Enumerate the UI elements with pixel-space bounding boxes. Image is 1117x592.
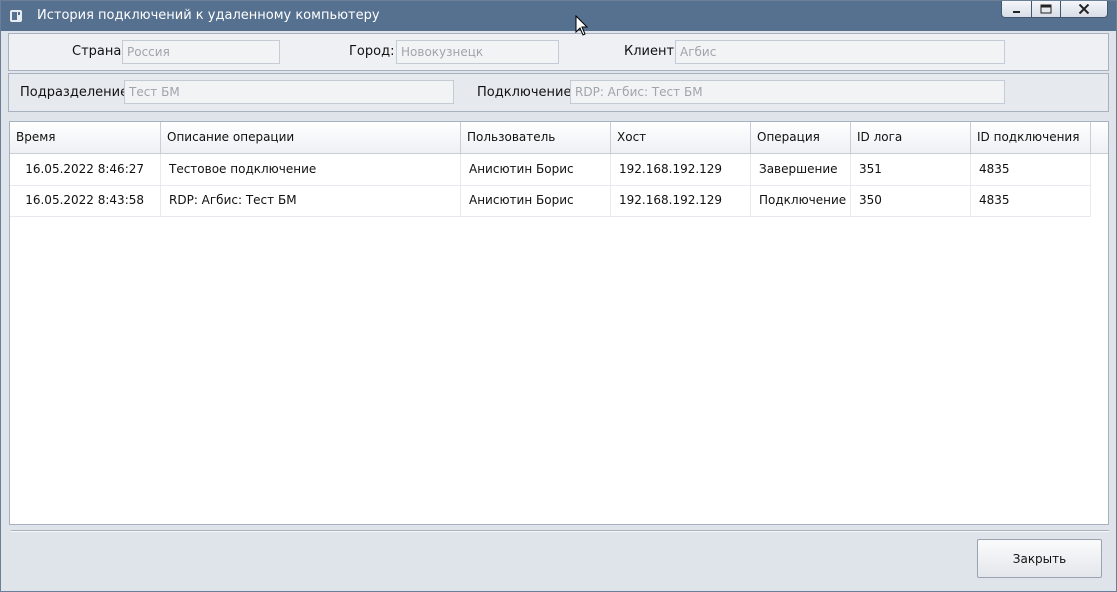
column-header-connection-id[interactable]: ID подключения — [971, 122, 1091, 153]
client-label: Клиент: — [624, 44, 679, 59]
connection-filter-panel: Подразделение: Тест БМ Подключение: RDP:… — [8, 73, 1109, 112]
cell-connection-id: 4835 — [971, 154, 1091, 185]
mouse-cursor-icon — [575, 15, 589, 36]
country-field[interactable]: Россия — [122, 40, 280, 64]
column-header-description[interactable]: Описание операции — [161, 122, 461, 153]
close-button[interactable]: Закрыть — [977, 539, 1102, 578]
table-row[interactable]: 16.05.2022 8:43:58 RDP: Агбис: Тест БМ А… — [10, 185, 1091, 217]
window-title: История подключений к удаленному компьют… — [37, 8, 380, 23]
cell-connection-id: 4835 — [971, 185, 1091, 216]
cell-description: Тестовое подключение — [161, 154, 461, 185]
grid-header: Время Описание операции Пользователь Хос… — [10, 122, 1108, 154]
minimize-icon — [1012, 11, 1020, 13]
column-header-log-id[interactable]: ID лога — [851, 122, 971, 153]
maximize-icon — [1040, 4, 1052, 14]
title-bar[interactable]: История подключений к удаленному компьют… — [1, 1, 1116, 31]
table-row[interactable]: 16.05.2022 8:46:27 Тестовое подключение … — [10, 154, 1091, 186]
city-field[interactable]: Новокузнецк — [396, 40, 559, 64]
location-filter-panel: Страна: Россия Город: Новокузнецк Клиент… — [8, 33, 1109, 71]
cell-operation: Подключение — [751, 185, 851, 216]
maximize-button[interactable] — [1031, 1, 1061, 18]
country-label: Страна: — [72, 44, 126, 59]
connection-label: Подключение: — [477, 85, 576, 100]
cell-time: 16.05.2022 8:43:58 — [10, 185, 161, 216]
column-header-user[interactable]: Пользователь — [461, 122, 611, 153]
minimize-button[interactable] — [1001, 1, 1032, 18]
cell-time: 16.05.2022 8:46:27 — [10, 154, 161, 185]
column-header-operation[interactable]: Операция — [751, 122, 851, 153]
cell-description: RDP: Агбис: Тест БМ — [161, 185, 461, 216]
footer-divider — [11, 530, 1109, 532]
app-icon — [9, 9, 23, 23]
cell-host: 192.168.192.129 — [611, 185, 751, 216]
close-icon — [1078, 4, 1090, 14]
close-window-button[interactable] — [1060, 1, 1108, 18]
cell-log-id: 350 — [851, 185, 971, 216]
column-header-time[interactable]: Время — [10, 122, 161, 153]
division-label: Подразделение: — [20, 85, 133, 100]
cell-log-id: 351 — [851, 154, 971, 185]
cell-operation: Завершение — [751, 154, 851, 185]
history-grid[interactable]: Время Описание операции Пользователь Хос… — [9, 121, 1109, 525]
cell-host: 192.168.192.129 — [611, 154, 751, 185]
city-label: Город: — [349, 44, 395, 59]
history-window: История подключений к удаленному компьют… — [0, 0, 1117, 592]
connection-field[interactable]: RDP: Агбис: Тест БМ — [570, 80, 1005, 104]
column-header-host[interactable]: Хост — [611, 122, 751, 153]
cell-user: Анисютин Борис — [461, 154, 611, 185]
cell-user: Анисютин Борис — [461, 185, 611, 216]
division-field[interactable]: Тест БМ — [124, 80, 454, 104]
client-field[interactable]: Агбис — [675, 40, 1005, 64]
